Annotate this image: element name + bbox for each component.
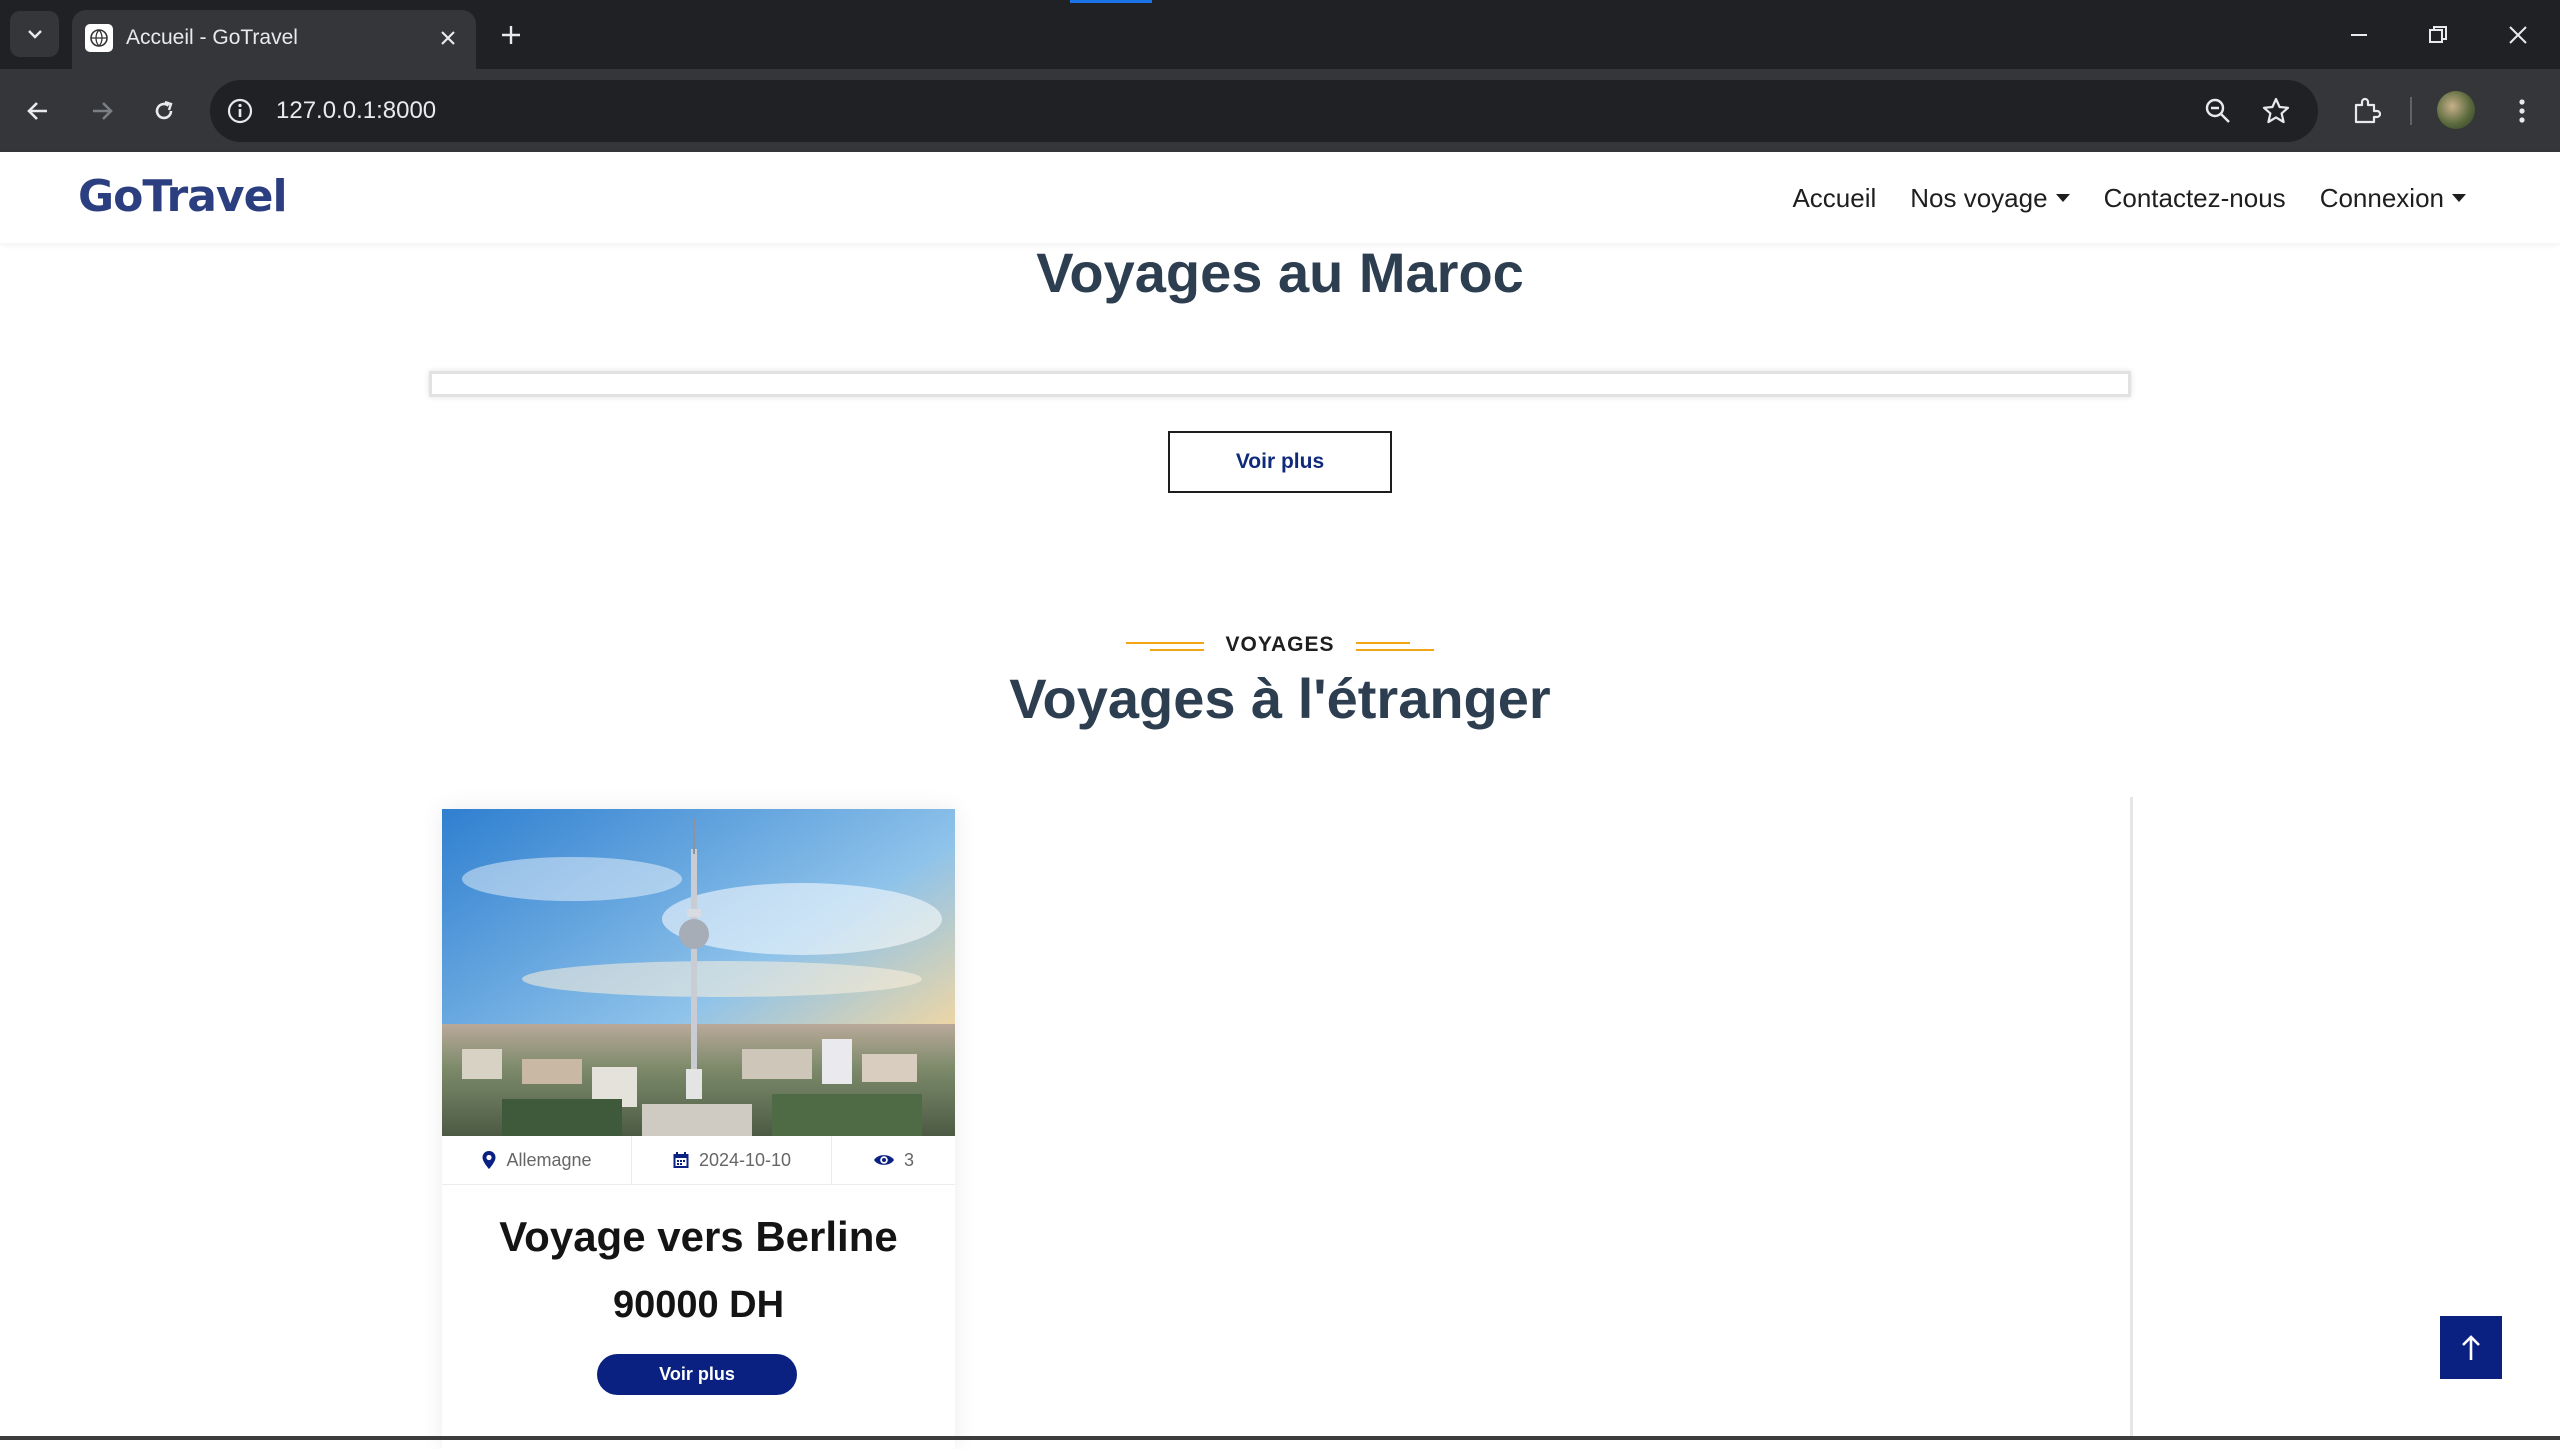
- more-menu-icon[interactable]: [2502, 91, 2542, 131]
- site-info-icon[interactable]: [224, 95, 256, 127]
- section-kicker: VOYAGES: [0, 626, 2560, 664]
- main-nav: Accueil Nos voyage Contactez-nous Connex…: [1792, 178, 2466, 218]
- caret-down-icon: [2055, 194, 2070, 202]
- nav-nos-voyage[interactable]: Nos voyage: [1910, 178, 2070, 218]
- tab-search-button[interactable]: [10, 11, 59, 57]
- trip-card-meta: Allemagne 2024-10-10 3: [442, 1136, 955, 1185]
- browser-toolbar: 127.0.0.1:8000: [0, 69, 2560, 152]
- maroc-section-title: Voyages au Maroc: [1036, 241, 1524, 304]
- forward-arrow-icon[interactable]: [82, 91, 122, 131]
- arrow-up-icon: [2462, 1334, 2480, 1360]
- nav-accueil-label: Accueil: [1792, 183, 1877, 213]
- nav-contact-label: Contactez-nous: [2103, 183, 2286, 213]
- back-arrow-icon[interactable]: [18, 91, 58, 131]
- tab-activity-indicator: [1070, 0, 1152, 3]
- kicker-decoration-left: [1125, 638, 1204, 652]
- reload-icon[interactable]: [144, 91, 184, 131]
- toolbar-separator: [2410, 97, 2412, 125]
- meta-date: 2024-10-10: [632, 1136, 832, 1184]
- calendar-icon: [673, 1152, 689, 1168]
- nav-nos-voyage-label: Nos voyage: [1910, 183, 2048, 213]
- meta-date-text: 2024-10-10: [698, 1149, 792, 1170]
- close-window-icon[interactable]: [2502, 19, 2534, 51]
- maroc-carousel-empty: [429, 371, 2131, 397]
- tab-title: Accueil - GoTravel: [126, 26, 298, 49]
- kicker-decoration-right: [1356, 638, 1435, 652]
- extensions-icon[interactable]: [2346, 91, 2386, 131]
- meta-location-text: Allemagne: [506, 1149, 592, 1170]
- kicker-text: VOYAGES: [1225, 633, 1335, 656]
- back-to-top-button[interactable]: [2440, 1316, 2502, 1379]
- profile-avatar[interactable]: [2437, 91, 2475, 129]
- trip-card-title[interactable]: Voyage vers Berline: [442, 1209, 955, 1265]
- etranger-section-title: Voyages à l'étranger: [1009, 667, 1551, 730]
- meta-views: 3: [832, 1136, 955, 1184]
- restore-icon[interactable]: [2422, 19, 2454, 51]
- chevron-down-icon: [27, 30, 42, 39]
- zoom-icon[interactable]: [2202, 95, 2234, 127]
- minimize-icon[interactable]: [2343, 19, 2375, 51]
- trip-card-price: 90000 DH: [612, 1284, 785, 1326]
- new-tab-plus-icon[interactable]: [496, 20, 526, 50]
- map-marker-icon: [482, 1151, 496, 1169]
- taskbar-edge: [0, 1436, 2560, 1440]
- globe-favicon-icon: [85, 24, 113, 52]
- url-text: 127.0.0.1:8000: [276, 97, 437, 124]
- meta-views-text: 3: [903, 1149, 914, 1170]
- eye-icon: [873, 1155, 894, 1165]
- address-bar[interactable]: 127.0.0.1:8000: [210, 80, 2318, 142]
- nav-connexion-label: Connexion: [2319, 183, 2444, 213]
- browser-tab[interactable]: Accueil - GoTravel: [72, 10, 476, 69]
- bookmark-star-icon[interactable]: [2260, 95, 2292, 127]
- site-logo[interactable]: GoTravel: [78, 168, 288, 226]
- caret-down-icon: [2452, 194, 2466, 202]
- trip-card[interactable]: Allemagne 2024-10-10 3 Voyage vers Berli…: [442, 809, 955, 1449]
- maroc-voir-plus-button[interactable]: Voir plus: [1168, 431, 1392, 493]
- meta-location: Allemagne: [442, 1136, 632, 1184]
- site-header: GoTravel Accueil Nos voyage Contactez-no…: [0, 152, 2560, 243]
- browser-tabstrip: Accueil - GoTravel: [0, 0, 2560, 69]
- trip-card-voir-plus-button[interactable]: Voir plus: [597, 1354, 797, 1395]
- tab-close-icon[interactable]: [434, 24, 462, 52]
- nav-accueil[interactable]: Accueil: [1792, 178, 1876, 218]
- nav-contactez-nous[interactable]: Contactez-nous: [2104, 178, 2286, 218]
- trip-card-image[interactable]: [442, 809, 955, 1136]
- nav-connexion[interactable]: Connexion: [2320, 178, 2466, 218]
- carousel-edge: [2130, 797, 2133, 1440]
